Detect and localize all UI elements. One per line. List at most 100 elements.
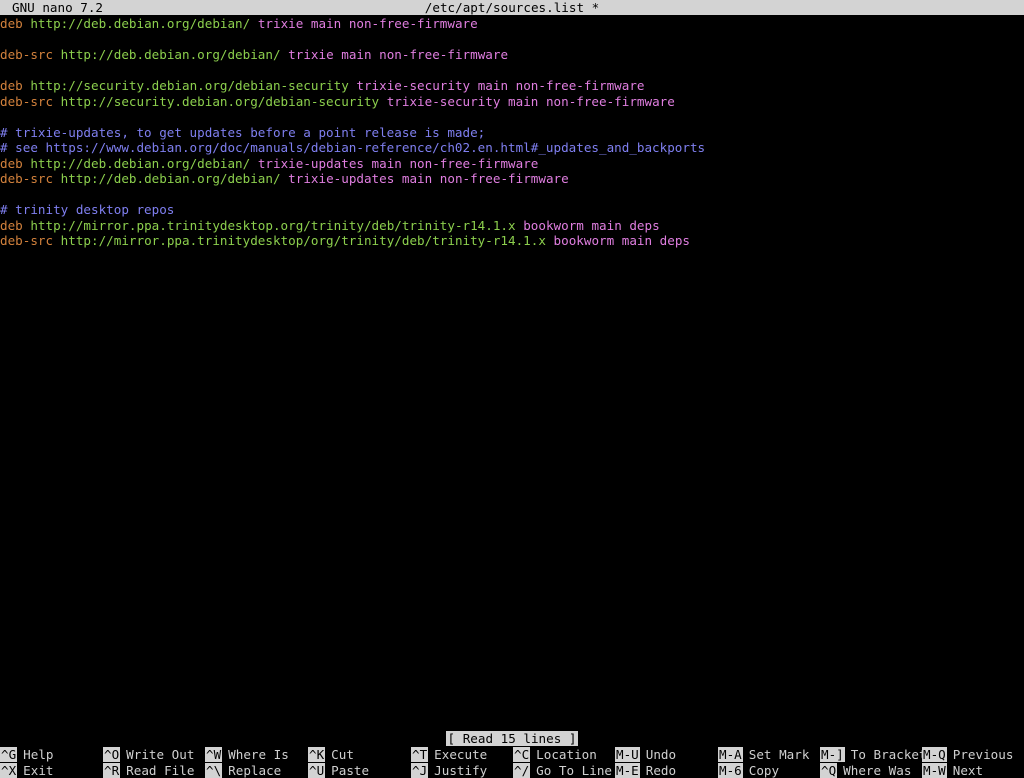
line-segment: http://deb.debian.org/debian/	[60, 47, 281, 62]
editor-line[interactable]: deb-src http://deb.debian.org/debian/ tr…	[0, 171, 1024, 187]
editor-line[interactable]: deb http://deb.debian.org/debian/ trixie…	[0, 16, 1024, 32]
shortcut-previous[interactable]: M-Q Previous	[922, 747, 1013, 762]
line-segment: trixie main non-free-firmware	[257, 16, 478, 31]
shortcut-replace[interactable]: ^\ Replace	[205, 763, 281, 778]
shortcut-label: Redo	[645, 763, 677, 778]
editor-line[interactable]: # trixie-updates, to get updates before …	[0, 125, 1024, 141]
shortcut-label: Next	[952, 763, 984, 778]
editor-line[interactable]	[0, 109, 1024, 125]
line-segment	[53, 171, 61, 186]
line-segment: trixie-updates main non-free-firmware	[288, 171, 569, 186]
shortcut-key: M-W	[922, 763, 947, 778]
shortcut-key: ^X	[0, 763, 18, 778]
editor-line[interactable]	[0, 63, 1024, 79]
shortcut-redo[interactable]: M-E Redo	[615, 763, 676, 778]
shortcut-label: Where Is	[228, 747, 289, 762]
shortcut-go-to-line[interactable]: ^/ Go To Line	[513, 763, 612, 778]
shortcut-key: ^R	[103, 763, 121, 778]
shortcut-next[interactable]: M-W Next	[922, 763, 983, 778]
shortcut-justify[interactable]: ^J Justify	[411, 763, 487, 778]
shortcut-label: Read File	[126, 763, 195, 778]
shortcut-label: Paste	[331, 763, 370, 778]
shortcut-where-was[interactable]: ^Q Where Was	[820, 763, 911, 778]
shortcut-key: M-E	[615, 763, 640, 778]
shortcut-set-mark[interactable]: M-A Set Mark	[718, 747, 809, 762]
shortcut-label: Undo	[645, 747, 677, 762]
shortcut-label: Go To Line	[536, 763, 612, 778]
shortcut-label: To Bracket	[850, 747, 927, 762]
line-segment	[546, 233, 554, 248]
shortcut-key: ^O	[103, 747, 121, 762]
shortcut-label: Location	[536, 747, 597, 762]
shortcut-label: Replace	[228, 763, 282, 778]
shortcut-label: Execute	[434, 747, 488, 762]
shortcut-read-file[interactable]: ^R Read File	[103, 763, 194, 778]
editor-line[interactable]: # trinity desktop repos	[0, 202, 1024, 218]
file-name: /etc/apt/sources.list *	[424, 0, 600, 15]
line-segment: trixie-updates main non-free-firmware	[257, 155, 539, 171]
line-segment: bookworm main deps	[523, 217, 660, 233]
line-segment	[53, 94, 61, 109]
editor-line[interactable]: deb-src http://security.debian.org/debia…	[0, 94, 1024, 110]
editor-line[interactable]: deb http://mirror.ppa.trinitydesktop.org…	[0, 218, 1024, 234]
line-segment: http://mirror.ppa.trinitydesktop.org/tri…	[30, 217, 516, 233]
line-segment: deb	[0, 78, 23, 93]
shortcut-key: ^K	[308, 747, 326, 762]
shortcut-copy[interactable]: M-6 Copy	[718, 763, 779, 778]
line-segment: bookworm main deps	[553, 233, 691, 248]
shortcut-location[interactable]: ^C Location	[513, 747, 597, 762]
status-bar: [ Read 15 lines ]	[0, 731, 1024, 746]
shortcut-label: Write Out	[126, 747, 195, 762]
title-bar: GNU nano 7.2 /etc/apt/sources.list *	[0, 0, 1024, 15]
shortcut-label: Cut	[331, 747, 354, 762]
shortcut-write-out[interactable]: ^O Write Out	[103, 747, 194, 762]
line-segment: http://security.debian.org/debian-securi…	[60, 93, 380, 109]
editor-line[interactable]: deb-src http://mirror.ppa.trinitydesktop…	[0, 233, 1024, 249]
shortcut-label: Copy	[748, 763, 780, 778]
line-segment: deb-src	[0, 47, 54, 62]
shortcut-cut[interactable]: ^K Cut	[308, 747, 354, 762]
editor-line[interactable]	[0, 32, 1024, 48]
line-segment: http://deb.debian.org/debian/	[30, 155, 251, 171]
line-segment: deb-src	[0, 233, 54, 248]
shortcut-key: ^Q	[820, 763, 838, 778]
shortcut-key: ^/	[513, 763, 531, 778]
text-editor-area[interactable]: deb http://deb.debian.org/debian/ trixie…	[0, 16, 1024, 730]
line-segment: deb-src	[0, 93, 54, 109]
shortcut-execute[interactable]: ^T Execute	[411, 747, 487, 762]
line-segment: deb	[0, 155, 23, 171]
line-segment: http://mirror.ppa.trinitydesktop/org/tri…	[60, 233, 546, 248]
line-segment	[53, 47, 61, 62]
shortcut-label: Set Mark	[748, 747, 810, 762]
shortcut-label: Help	[23, 747, 54, 762]
shortcut-key: ^G	[0, 747, 18, 762]
shortcut-key: ^W	[205, 747, 223, 762]
shortcut-key: M-A	[718, 747, 743, 762]
shortcut-key: ^C	[513, 747, 531, 762]
shortcut-key: M-U	[615, 747, 640, 762]
shortcut-paste[interactable]: ^U Paste	[308, 763, 369, 778]
line-segment	[250, 156, 258, 171]
shortcut-exit[interactable]: ^X Exit	[0, 763, 54, 778]
shortcut-where-is[interactable]: ^W Where Is	[205, 747, 289, 762]
line-segment: # see https://www.debian.org/doc/manuals…	[0, 140, 706, 155]
shortcut-key: ^U	[308, 763, 326, 778]
line-segment: http://deb.debian.org/debian/	[30, 16, 251, 31]
shortcut-label: Exit	[23, 763, 54, 778]
line-segment: trixie main non-free-firmware	[288, 47, 509, 62]
shortcut-key: ^T	[411, 747, 429, 762]
line-segment	[250, 16, 258, 31]
shortcut-label: Previous	[952, 747, 1014, 762]
shortcut-help[interactable]: ^G Help	[0, 747, 54, 762]
line-segment: http://deb.debian.org/debian/	[60, 171, 281, 186]
line-segment: deb	[0, 217, 23, 233]
shortcut-undo[interactable]: M-U Undo	[615, 747, 676, 762]
editor-line[interactable]: deb http://security.debian.org/debian-se…	[0, 78, 1024, 94]
editor-line[interactable]: deb-src http://deb.debian.org/debian/ tr…	[0, 47, 1024, 63]
line-segment: # trinity desktop repos	[0, 202, 175, 217]
editor-line[interactable]: # see https://www.debian.org/doc/manuals…	[0, 140, 1024, 156]
shortcut-key: ^\	[205, 763, 223, 778]
editor-line[interactable]: deb http://deb.debian.org/debian/ trixie…	[0, 156, 1024, 172]
shortcut-to-bracket[interactable]: M-] To Bracket	[820, 747, 927, 762]
editor-line[interactable]	[0, 187, 1024, 203]
